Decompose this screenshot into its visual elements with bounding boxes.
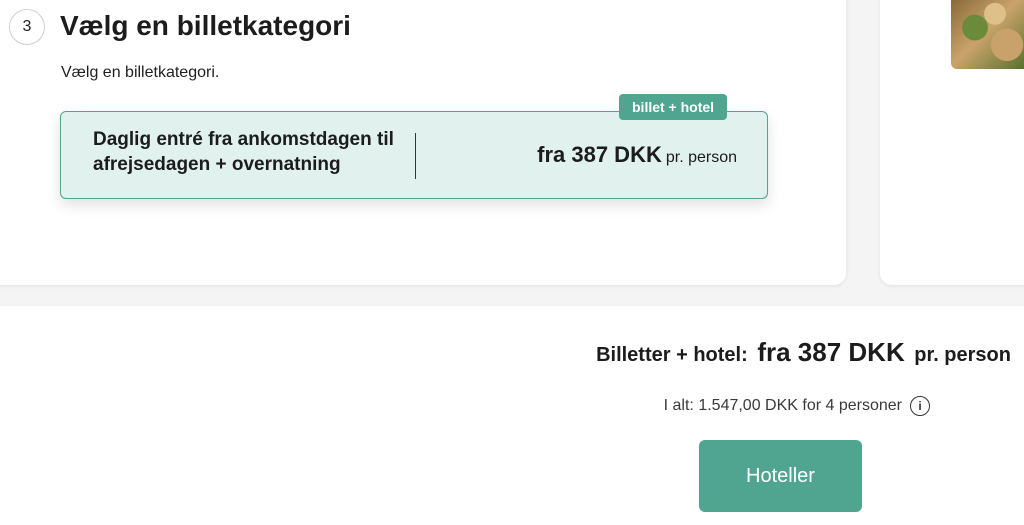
hotel-thumbnail-image — [951, 0, 1024, 69]
ticket-option-price-unit: pr. person — [665, 149, 737, 166]
summary-price: fra 387 DKK — [757, 337, 905, 367]
ticket-option-price: fra 387 DKK pr. person — [537, 142, 737, 168]
step-title: Vælg en billetkategori — [60, 10, 351, 41]
info-icon[interactable]: i — [910, 396, 930, 416]
ticket-option-badge: billet + hotel — [619, 94, 728, 120]
summary-label: Billetter + hotel: — [596, 344, 748, 366]
step-subtitle: Vælg en billetkategori. — [61, 64, 220, 81]
total-text: I alt: 1.547,00 DKK for 4 personer — [663, 397, 902, 414]
step-number-badge: 3 — [9, 9, 45, 45]
option-divider — [415, 133, 416, 179]
hotels-button[interactable]: Hoteller — [699, 440, 862, 512]
total-price: I alt: 1.547,00 DKK for 4 personer i — [664, 396, 930, 416]
ticket-option-price-value: fra 387 DKK — [537, 142, 662, 167]
price-summary: Billetter + hotel: fra 387 DKK pr. perso… — [596, 337, 1011, 368]
ticket-option-description: Daglig entré fra ankomstdagen til afrejs… — [93, 129, 394, 175]
ticket-option-card[interactable]: Daglig entré fra ankomstdagen til afrejs… — [60, 111, 768, 199]
summary-unit: pr. person — [914, 344, 1011, 366]
